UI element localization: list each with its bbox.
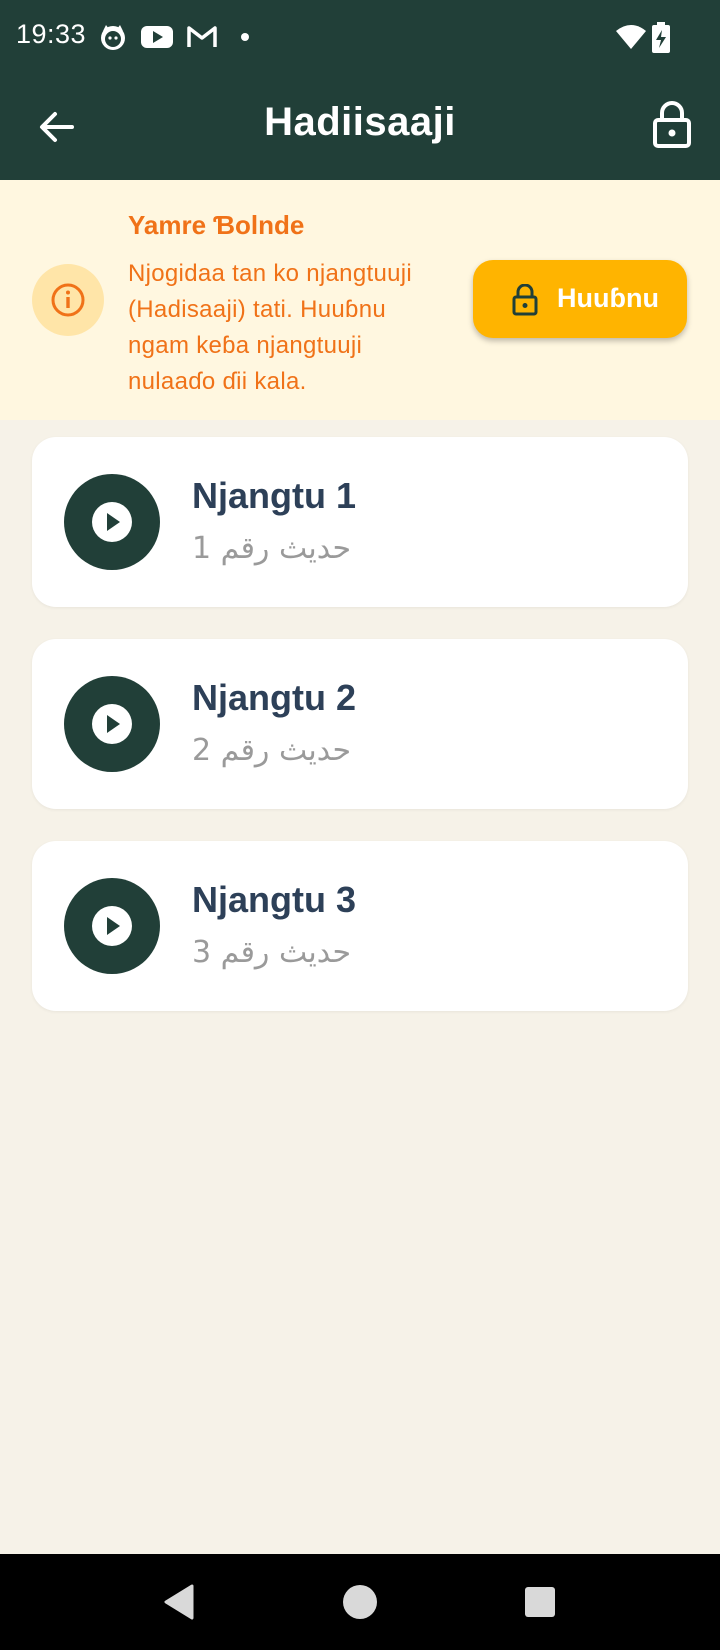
lock-open-icon: [512, 284, 538, 316]
youtube-icon: [140, 22, 174, 52]
play-button[interactable]: [64, 474, 160, 570]
unlock-button[interactable]: Huuɓnu: [473, 260, 687, 338]
item-title: Njangtu 3: [192, 879, 357, 920]
list-item[interactable]: Njangtu 2 حديث رقم 2: [32, 639, 688, 809]
play-button[interactable]: [64, 676, 160, 772]
info-icon: [51, 283, 85, 317]
banner-title: Yamre Ɓolnde: [128, 210, 305, 240]
system-nav-bar: [0, 1554, 720, 1650]
item-subtitle: حديث رقم 3: [192, 935, 352, 970]
nav-recents-button[interactable]: [518, 1580, 562, 1624]
nav-back-icon: [164, 1584, 194, 1620]
wifi-icon: [614, 22, 648, 52]
banner-message: Njogidaa tan ko njangtuuji (Hadisaaji) t…: [128, 260, 412, 395]
locked-content-banner: Yamre Ɓolnde Njogidaa tan ko njangtuuji …: [0, 180, 720, 420]
lock-icon: [653, 101, 691, 148]
status-bar: 19:33: [0, 0, 720, 74]
item-subtitle: حديث رقم 2: [192, 733, 352, 768]
play-icon: [107, 513, 120, 531]
play-button[interactable]: [64, 878, 160, 974]
play-icon: [107, 715, 120, 733]
unlock-button-label: Huuɓnu: [557, 283, 659, 313]
play-icon: [107, 917, 120, 935]
app-bar: Hadiisaaji: [0, 74, 720, 180]
nav-back-button[interactable]: [158, 1580, 202, 1624]
list-item[interactable]: Njangtu 1 حديث رقم 1: [32, 437, 688, 607]
cat-app-icon: [98, 22, 128, 52]
list-item[interactable]: Njangtu 3 حديث رقم 3: [32, 841, 688, 1011]
status-time: 19:33: [16, 19, 87, 49]
info-badge: [32, 264, 104, 336]
item-subtitle: حديث رقم 1: [192, 531, 352, 566]
lock-button[interactable]: [650, 100, 694, 150]
nav-home-icon: [343, 1585, 377, 1619]
nav-home-button[interactable]: [338, 1580, 382, 1624]
nav-recents-icon: [525, 1587, 555, 1617]
page-title: Hadiisaaji: [264, 100, 456, 144]
item-title: Njangtu 1: [192, 475, 357, 516]
dot-icon: [238, 22, 252, 52]
battery-charging-icon: [650, 22, 672, 53]
item-title: Njangtu 2: [192, 677, 357, 718]
gmail-icon: [186, 22, 218, 52]
